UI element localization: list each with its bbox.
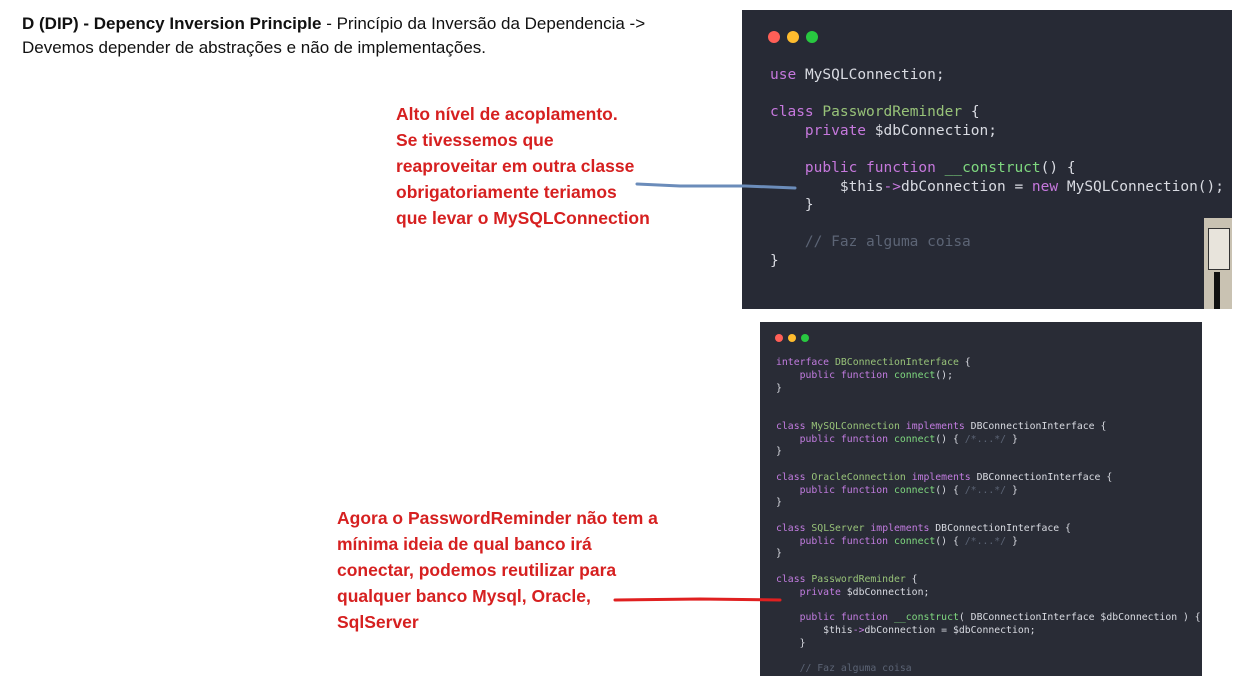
connector-lines bbox=[613, 182, 797, 602]
connector-line-top bbox=[635, 182, 797, 190]
connector-line-bottom bbox=[613, 597, 782, 602]
